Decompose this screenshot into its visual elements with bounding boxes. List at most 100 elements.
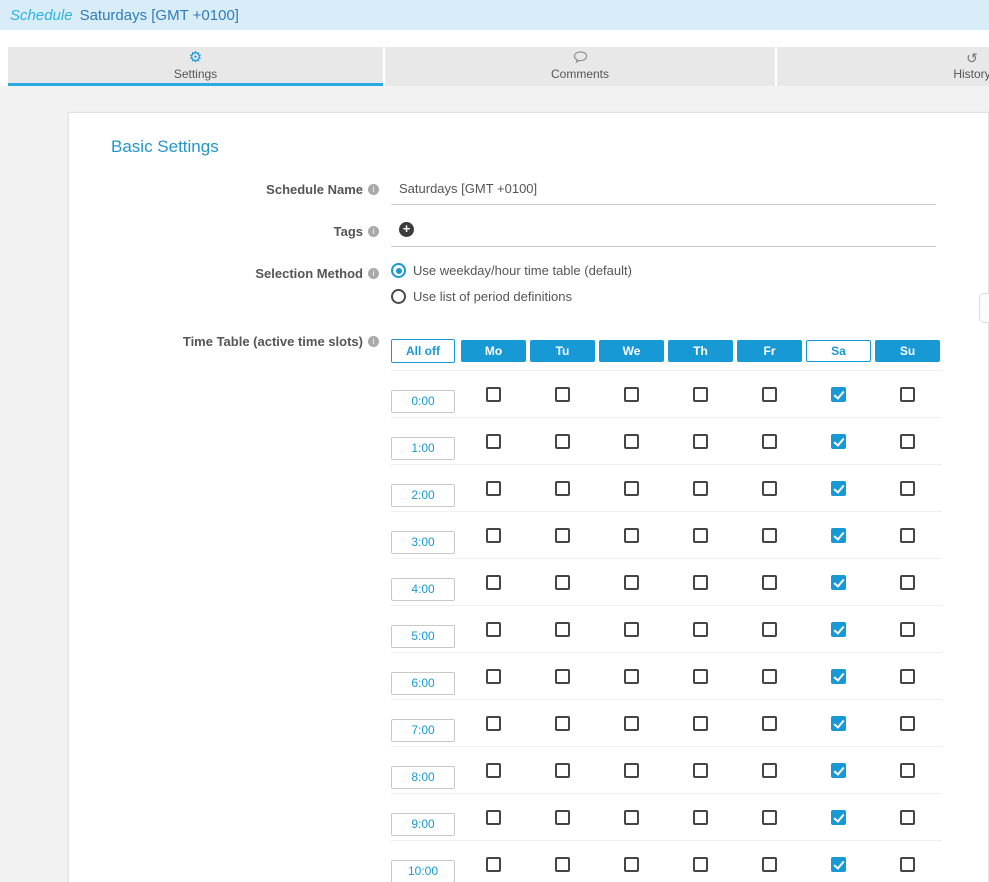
slot-checkbox-mo-4-00[interactable]	[486, 575, 501, 590]
time-toggle-0-00[interactable]: 0:00	[391, 390, 455, 413]
info-icon[interactable]: i	[368, 336, 379, 347]
slot-checkbox-we-10-00[interactable]	[624, 857, 639, 872]
slot-checkbox-we-8-00[interactable]	[624, 763, 639, 778]
slot-checkbox-su-2-00[interactable]	[900, 481, 915, 496]
time-toggle-5-00[interactable]: 5:00	[391, 625, 455, 648]
slot-checkbox-fr-2-00[interactable]	[762, 481, 777, 496]
tab-history[interactable]: ↺ History	[777, 47, 989, 86]
slot-checkbox-su-9-00[interactable]	[900, 810, 915, 825]
slot-checkbox-mo-0-00[interactable]	[486, 387, 501, 402]
time-toggle-3-00[interactable]: 3:00	[391, 531, 455, 554]
info-icon[interactable]: i	[368, 226, 379, 237]
slot-checkbox-we-1-00[interactable]	[624, 434, 639, 449]
time-toggle-10-00[interactable]: 10:00	[391, 860, 455, 882]
time-toggle-8-00[interactable]: 8:00	[391, 766, 455, 789]
slot-checkbox-sa-2-00[interactable]	[831, 481, 846, 496]
slot-checkbox-fr-7-00[interactable]	[762, 716, 777, 731]
slot-checkbox-fr-3-00[interactable]	[762, 528, 777, 543]
slot-checkbox-sa-10-00[interactable]	[831, 857, 846, 872]
slot-checkbox-su-6-00[interactable]	[900, 669, 915, 684]
slot-checkbox-mo-1-00[interactable]	[486, 434, 501, 449]
slot-checkbox-we-6-00[interactable]	[624, 669, 639, 684]
slot-checkbox-mo-3-00[interactable]	[486, 528, 501, 543]
slot-checkbox-we-7-00[interactable]	[624, 716, 639, 731]
day-toggle-su[interactable]: Su	[875, 340, 940, 362]
slot-checkbox-su-0-00[interactable]	[900, 387, 915, 402]
slot-checkbox-sa-7-00[interactable]	[831, 716, 846, 731]
time-toggle-6-00[interactable]: 6:00	[391, 672, 455, 695]
slot-checkbox-th-1-00[interactable]	[693, 434, 708, 449]
slot-checkbox-sa-3-00[interactable]	[831, 528, 846, 543]
slot-checkbox-th-4-00[interactable]	[693, 575, 708, 590]
slot-checkbox-tu-10-00[interactable]	[555, 857, 570, 872]
slot-checkbox-fr-8-00[interactable]	[762, 763, 777, 778]
day-toggle-sa[interactable]: Sa	[806, 340, 871, 362]
slot-checkbox-sa-9-00[interactable]	[831, 810, 846, 825]
slot-checkbox-fr-0-00[interactable]	[762, 387, 777, 402]
slot-checkbox-tu-2-00[interactable]	[555, 481, 570, 496]
slot-checkbox-sa-6-00[interactable]	[831, 669, 846, 684]
slot-checkbox-fr-9-00[interactable]	[762, 810, 777, 825]
tab-settings[interactable]: ⚙︎ Settings	[8, 47, 383, 86]
slot-checkbox-we-0-00[interactable]	[624, 387, 639, 402]
slot-checkbox-tu-5-00[interactable]	[555, 622, 570, 637]
slot-checkbox-tu-0-00[interactable]	[555, 387, 570, 402]
schedule-name-input[interactable]: Saturdays [GMT +0100]	[391, 179, 936, 205]
slot-checkbox-we-9-00[interactable]	[624, 810, 639, 825]
tab-comments[interactable]: Comments	[385, 47, 775, 86]
slot-checkbox-tu-7-00[interactable]	[555, 716, 570, 731]
slot-checkbox-mo-10-00[interactable]	[486, 857, 501, 872]
slot-checkbox-sa-1-00[interactable]	[831, 434, 846, 449]
slot-checkbox-fr-6-00[interactable]	[762, 669, 777, 684]
slot-checkbox-su-3-00[interactable]	[900, 528, 915, 543]
time-toggle-7-00[interactable]: 7:00	[391, 719, 455, 742]
slot-checkbox-th-10-00[interactable]	[693, 857, 708, 872]
side-panel-handle[interactable]	[979, 293, 989, 323]
slot-checkbox-su-1-00[interactable]	[900, 434, 915, 449]
slot-checkbox-sa-4-00[interactable]	[831, 575, 846, 590]
slot-checkbox-fr-1-00[interactable]	[762, 434, 777, 449]
slot-checkbox-su-5-00[interactable]	[900, 622, 915, 637]
time-toggle-9-00[interactable]: 9:00	[391, 813, 455, 836]
slot-checkbox-mo-7-00[interactable]	[486, 716, 501, 731]
slot-checkbox-mo-6-00[interactable]	[486, 669, 501, 684]
slot-checkbox-mo-2-00[interactable]	[486, 481, 501, 496]
slot-checkbox-sa-5-00[interactable]	[831, 622, 846, 637]
day-toggle-th[interactable]: Th	[668, 340, 733, 362]
slot-checkbox-tu-8-00[interactable]	[555, 763, 570, 778]
slot-checkbox-fr-10-00[interactable]	[762, 857, 777, 872]
slot-checkbox-th-0-00[interactable]	[693, 387, 708, 402]
time-toggle-4-00[interactable]: 4:00	[391, 578, 455, 601]
slot-checkbox-th-3-00[interactable]	[693, 528, 708, 543]
radio-option-1[interactable]: Use weekday/hour time table (default)	[391, 263, 632, 278]
slot-checkbox-mo-8-00[interactable]	[486, 763, 501, 778]
slot-checkbox-we-3-00[interactable]	[624, 528, 639, 543]
slot-checkbox-we-5-00[interactable]	[624, 622, 639, 637]
slot-checkbox-th-6-00[interactable]	[693, 669, 708, 684]
radio-option-2[interactable]: Use list of period definitions	[391, 289, 632, 304]
slot-checkbox-mo-9-00[interactable]	[486, 810, 501, 825]
slot-checkbox-tu-9-00[interactable]	[555, 810, 570, 825]
slot-checkbox-th-9-00[interactable]	[693, 810, 708, 825]
time-toggle-1-00[interactable]: 1:00	[391, 437, 455, 460]
day-toggle-mo[interactable]: Mo	[461, 340, 526, 362]
slot-checkbox-we-4-00[interactable]	[624, 575, 639, 590]
slot-checkbox-su-7-00[interactable]	[900, 716, 915, 731]
day-toggle-we[interactable]: We	[599, 340, 664, 362]
slot-checkbox-tu-4-00[interactable]	[555, 575, 570, 590]
slot-checkbox-fr-5-00[interactable]	[762, 622, 777, 637]
all-off-button[interactable]: All off	[391, 339, 455, 363]
slot-checkbox-su-4-00[interactable]	[900, 575, 915, 590]
slot-checkbox-th-8-00[interactable]	[693, 763, 708, 778]
slot-checkbox-fr-4-00[interactable]	[762, 575, 777, 590]
slot-checkbox-tu-3-00[interactable]	[555, 528, 570, 543]
slot-checkbox-su-10-00[interactable]	[900, 857, 915, 872]
slot-checkbox-we-2-00[interactable]	[624, 481, 639, 496]
slot-checkbox-sa-0-00[interactable]	[831, 387, 846, 402]
add-tag-button[interactable]: +	[399, 222, 414, 237]
day-toggle-fr[interactable]: Fr	[737, 340, 802, 362]
slot-checkbox-th-5-00[interactable]	[693, 622, 708, 637]
slot-checkbox-th-2-00[interactable]	[693, 481, 708, 496]
slot-checkbox-sa-8-00[interactable]	[831, 763, 846, 778]
info-icon[interactable]: i	[368, 268, 379, 279]
